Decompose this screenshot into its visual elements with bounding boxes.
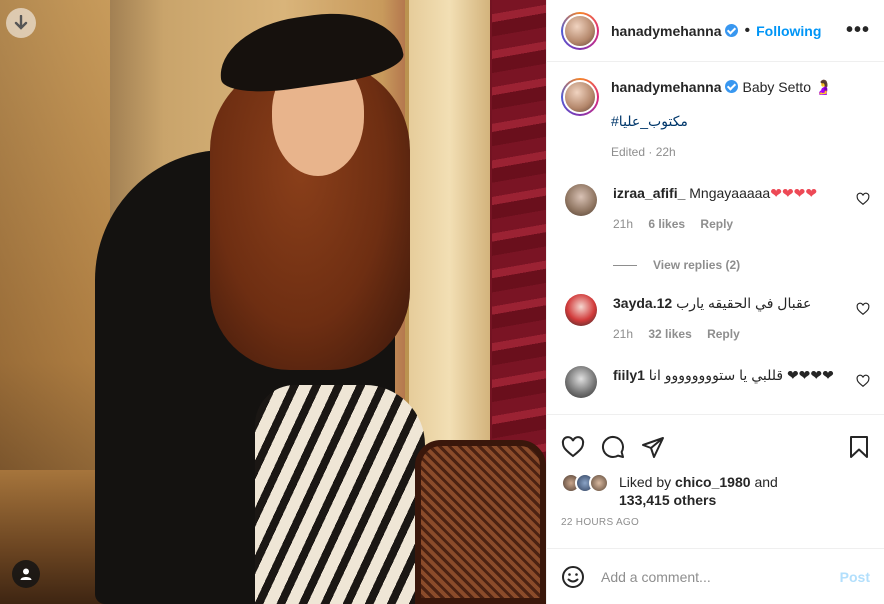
paper-plane-icon[interactable]: [641, 435, 665, 459]
comment-time[interactable]: 21h: [613, 327, 633, 341]
heart-icon[interactable]: [561, 435, 585, 459]
header-separator: •: [744, 21, 751, 39]
author-username[interactable]: hanadymehanna: [611, 23, 721, 39]
liked-by-and: and: [754, 474, 778, 490]
liked-by-username[interactable]: chico_1980: [675, 474, 751, 490]
view-replies-label: View replies (2): [653, 258, 741, 272]
commenter-username[interactable]: izraa_afifi_: [613, 185, 685, 201]
photo-chair: [415, 440, 546, 604]
commenter-username[interactable]: 3ayda.12: [613, 295, 672, 311]
reply-button[interactable]: Reply: [700, 217, 733, 231]
more-options-button[interactable]: •••: [846, 19, 870, 42]
comment-item: fiily1 قللبي يا ستوووووووو انا ❤❤❤❤: [561, 366, 870, 398]
download-photo-button[interactable]: [6, 8, 36, 38]
photo-figure-skirt: [255, 385, 425, 604]
caption-username[interactable]: hanadymehanna: [611, 79, 721, 95]
verified-badge-icon: [725, 24, 739, 37]
commenter-avatar[interactable]: [565, 184, 597, 216]
action-bar: [561, 423, 870, 471]
comment-likes-count[interactable]: 6 likes: [648, 217, 685, 231]
comment-item: 3ayda.12 عقبال في الحقيقه يارب 21h 32 li…: [561, 294, 870, 344]
comment-input[interactable]: [601, 568, 840, 585]
liked-by-prefix: Liked by: [619, 474, 672, 490]
add-comment-bar: Post: [547, 548, 884, 604]
comment-time[interactable]: 21h: [613, 217, 633, 231]
comments-list[interactable]: hanadymehanna Baby Setto 🤰 #مكتوب_عليا Ed…: [547, 62, 884, 414]
post-sidebar: hanadymehanna • Following ••• hanadymeha…: [546, 0, 884, 604]
author-avatar[interactable]: [561, 11, 599, 50]
like-comment-heart-icon[interactable]: [856, 192, 870, 206]
tagged-users-button[interactable]: [12, 560, 40, 588]
commenter-username[interactable]: fiily1: [613, 367, 645, 383]
replies-divider: [613, 264, 637, 266]
liker-avatar: [589, 473, 609, 493]
caption-hashtag[interactable]: #مكتوب_عليا: [611, 112, 832, 131]
post-header: hanadymehanna • Following •••: [547, 0, 884, 62]
post-comment-button[interactable]: Post: [840, 569, 870, 585]
post-caption: hanadymehanna Baby Setto 🤰 #مكتوب_عليا Ed…: [561, 62, 870, 162]
caption-text: Baby Setto 🤰: [742, 79, 833, 95]
user-icon: [20, 568, 32, 580]
instagram-post-modal: hanadymehanna • Following ••• hanadymeha…: [0, 0, 884, 604]
smiley-icon[interactable]: [561, 565, 585, 589]
post-photo[interactable]: [0, 0, 546, 604]
bookmark-icon[interactable]: [848, 435, 870, 459]
caption-author-avatar[interactable]: [561, 78, 599, 116]
commenter-avatar[interactable]: [565, 294, 597, 326]
likes-summary: Liked by chico_1980 and 133,415 others: [561, 473, 870, 509]
reply-button[interactable]: Reply: [707, 327, 740, 341]
view-replies-button[interactable]: View replies (2): [613, 258, 870, 272]
following-button[interactable]: Following: [756, 23, 821, 39]
comment-item: izraa_afifi_ Mngayaaaaa❤❤❤❤ 21h 6 likes …: [561, 184, 870, 234]
post-timestamp[interactable]: 22 HOURS AGO: [561, 517, 870, 528]
photo-background-door: [405, 0, 490, 470]
caption-meta: Edited · 22h: [611, 145, 676, 159]
comment-text: عقبال في الحقيقه يارب: [676, 295, 812, 311]
commenter-avatar[interactable]: [565, 366, 597, 398]
arrow-down-icon: [14, 15, 28, 30]
like-comment-heart-icon[interactable]: [856, 302, 870, 316]
comment-icon[interactable]: [601, 435, 625, 459]
like-comment-heart-icon[interactable]: [856, 374, 870, 388]
comment-emoji: ❤❤❤❤: [770, 185, 818, 201]
likes-count[interactable]: 133,415 others: [619, 492, 716, 508]
comment-text: قللبي يا ستوووووووو انا ❤❤❤❤: [648, 367, 834, 383]
comment-likes-count[interactable]: 32 likes: [648, 327, 691, 341]
comment-text: Mngayaaaaa: [689, 185, 771, 201]
verified-badge-icon: [725, 80, 739, 93]
post-actions: Liked by chico_1980 and 133,415 others 2…: [547, 414, 884, 528]
liker-avatars: [561, 473, 617, 495]
